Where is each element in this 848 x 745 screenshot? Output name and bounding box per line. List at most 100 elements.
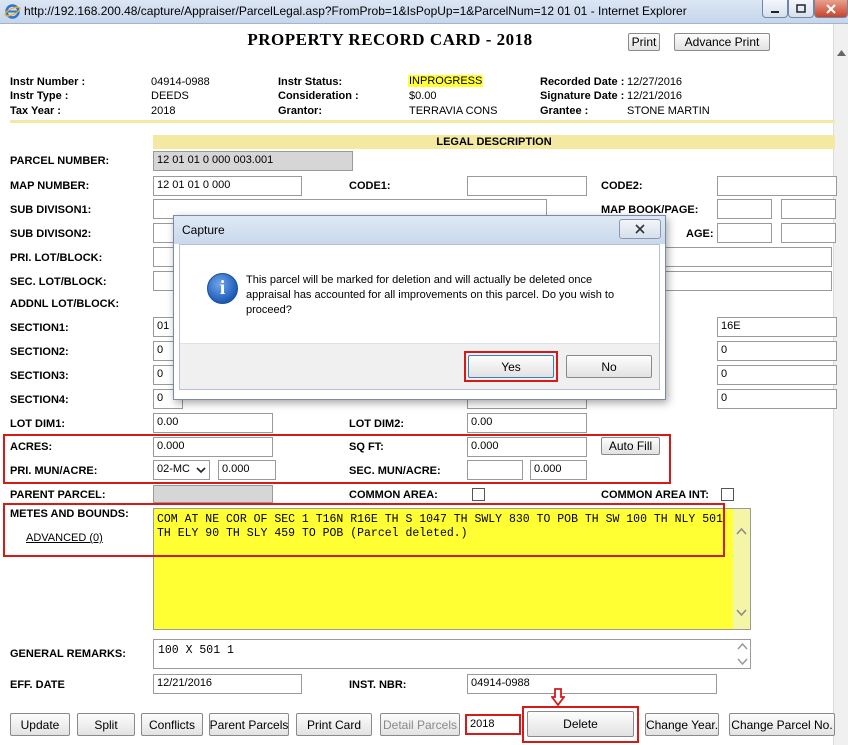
pri-mun-value-field[interactable]: 0.000 xyxy=(218,460,276,480)
no-button[interactable]: No xyxy=(566,355,652,378)
arrow-down-icon xyxy=(551,688,565,706)
parcel-number-field[interactable]: 12 01 01 0 000 003.001 xyxy=(153,151,353,171)
delete-button[interactable]: Delete xyxy=(527,711,634,737)
map-book2-field[interactable] xyxy=(717,223,772,243)
window-title: http://192.168.200.48/capture/Appraiser/… xyxy=(24,4,687,18)
pri-mun-select[interactable]: 02-MC xyxy=(153,460,210,480)
inst-nbr-field[interactable]: 04914-0988 xyxy=(467,674,717,694)
dialog-title: Capture xyxy=(182,223,225,237)
code2-label: CODE2: xyxy=(601,180,643,192)
range4-field[interactable]: 0 xyxy=(717,389,837,409)
recorded-date-label: Recorded Date : xyxy=(540,76,625,88)
scroll-up-icon xyxy=(737,643,748,650)
auto-fill-button[interactable]: Auto Fill xyxy=(601,437,660,455)
inst-nbr-label: INST. NBR: xyxy=(349,679,407,691)
code1-field[interactable] xyxy=(467,176,587,196)
advance-print-button[interactable]: Advance Print xyxy=(674,33,770,51)
instr-number-value: 04914-0988 xyxy=(151,76,210,88)
general-remarks-textarea[interactable]: 100 X 501 1 xyxy=(153,639,751,669)
instr-type-value: DEEDS xyxy=(151,90,189,102)
dialog-footer: Yes No xyxy=(180,343,659,389)
page-label: AGE: xyxy=(686,228,714,240)
lot-dim1-field[interactable]: 0.00 xyxy=(153,413,273,433)
pri-mun-acre-label: PRI. MUN/ACRE: xyxy=(10,465,98,477)
acres-label: ACRES: xyxy=(10,441,53,453)
common-area-checkbox[interactable] xyxy=(472,488,485,501)
lot-dim2-field[interactable]: 0.00 xyxy=(467,413,587,433)
sec-mun-code-field[interactable] xyxy=(467,460,523,480)
map-page2-field[interactable] xyxy=(781,223,836,243)
pri-block-field[interactable] xyxy=(664,247,832,267)
yes-button[interactable]: Yes xyxy=(468,355,554,378)
sec-lot-block-label: SEC. LOT/BLOCK: xyxy=(10,276,107,288)
instr-status-value: INPROGRESS xyxy=(408,75,484,87)
sub-division2-label: SUB DIVISON2: xyxy=(10,228,92,240)
acres-field[interactable]: 0.000 xyxy=(153,437,273,457)
detail-parcels-button[interactable]: Detail Parcels xyxy=(380,713,460,736)
scroll-down-icon xyxy=(737,658,748,665)
close-window-button[interactable] xyxy=(814,0,848,18)
map-book-field[interactable] xyxy=(717,199,772,219)
grantor-value: TERRAVIA CONS xyxy=(409,105,498,117)
print-card-button[interactable]: Print Card xyxy=(296,713,372,736)
instr-type-label: Instr Type : xyxy=(10,90,69,102)
grantee-label: Grantee : xyxy=(540,105,589,117)
print-button[interactable]: Print xyxy=(628,33,660,51)
maximize-button[interactable] xyxy=(788,0,814,18)
recorded-date-value: 12/27/2016 xyxy=(627,76,683,88)
change-parcel-no-button[interactable]: Change Parcel No. xyxy=(729,713,835,736)
section2-label: SECTION2: xyxy=(10,346,69,358)
pri-mun-select-value: 02-MC xyxy=(157,463,191,475)
consideration-value: $0.00 xyxy=(409,90,437,102)
signature-date-label: Signature Date : xyxy=(540,90,625,102)
general-remarks-text: 100 X 501 1 xyxy=(158,644,234,657)
close-icon xyxy=(826,3,836,14)
dialog-close-button[interactable] xyxy=(619,219,661,239)
sq-ft-field[interactable]: 0.000 xyxy=(467,437,587,457)
common-area-int-checkbox[interactable] xyxy=(721,488,734,501)
dialog-title-bar: Capture xyxy=(174,216,665,244)
split-button[interactable]: Split xyxy=(77,713,135,736)
window-title-bar: http://192.168.200.48/capture/Appraiser/… xyxy=(0,0,848,24)
consideration-label: Consideration : xyxy=(278,90,359,102)
minimize-icon xyxy=(771,10,779,13)
confirm-dialog: Capture i This parcel will be marked for… xyxy=(173,215,666,400)
metes-scrollbar[interactable] xyxy=(733,509,750,629)
pri-lot-block-label: PRI. LOT/BLOCK: xyxy=(10,252,103,264)
chevron-down-icon xyxy=(196,467,206,474)
change-year-button[interactable]: Change Year. xyxy=(645,713,719,736)
conflicts-button[interactable]: Conflicts xyxy=(141,713,203,736)
sec-mun-value-field[interactable]: 0.000 xyxy=(530,460,587,480)
common-area-int-label: COMMON AREA INT: xyxy=(601,489,709,501)
minimize-button[interactable] xyxy=(762,0,788,18)
sub-division1-label: SUB DIVISON1: xyxy=(10,204,92,216)
code2-field[interactable] xyxy=(717,176,837,196)
map-number-label: MAP NUMBER: xyxy=(10,180,90,192)
range2-field[interactable]: 0 xyxy=(717,341,837,361)
sec-block-field[interactable] xyxy=(664,271,832,291)
map-page-field[interactable] xyxy=(781,199,836,219)
grantor-label: Grantor: xyxy=(278,105,322,117)
parent-parcel-field[interactable] xyxy=(153,485,273,503)
range1-field[interactable]: 16E xyxy=(717,317,837,337)
page-title: PROPERTY RECORD CARD - 2018 xyxy=(247,30,533,49)
update-button[interactable]: Update xyxy=(10,713,70,736)
eff-date-field[interactable]: 12/21/2016 xyxy=(153,674,302,694)
maximize-icon xyxy=(796,3,806,13)
parent-parcels-button[interactable]: Parent Parcels xyxy=(209,713,289,736)
dialog-content: i This parcel will be marked for deletio… xyxy=(179,244,660,390)
grantee-value: STONE MARTIN xyxy=(627,105,710,117)
range3-field[interactable]: 0 xyxy=(717,365,837,385)
lot-dim1-label: LOT DIM1: xyxy=(10,418,65,430)
year-input[interactable]: 2018 xyxy=(465,714,521,735)
sq-ft-label: SQ FT: xyxy=(349,441,384,453)
scroll-up-icon xyxy=(837,50,846,56)
eff-date-label: EFF. DATE xyxy=(10,679,65,691)
close-icon xyxy=(635,224,645,234)
map-number-field[interactable]: 12 01 01 0 000 xyxy=(153,176,302,196)
parent-parcel-label: PARENT PARCEL: xyxy=(10,489,106,501)
header-divider xyxy=(10,120,835,123)
common-area-label: COMMON AREA: xyxy=(349,489,438,501)
addnl-lot-block-label: ADDNL LOT/BLOCK: xyxy=(10,298,120,310)
instr-status-label: Instr Status: xyxy=(278,76,343,88)
